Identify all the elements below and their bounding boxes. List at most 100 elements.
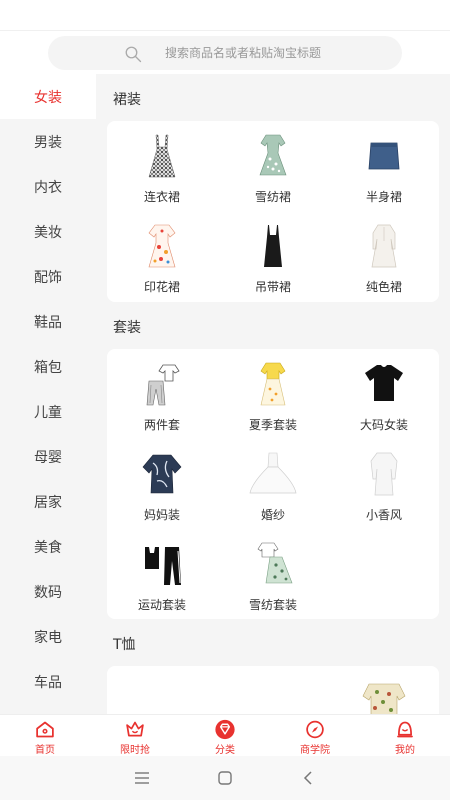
category-item-label: 两件套 [143,418,180,432]
sidebar-item-label: 母婴 [34,449,62,466]
black-tee-icon [365,365,403,401]
category-item-label: 婚纱 [260,508,285,522]
category-card: 两件套 夏季套装 大码女装 妈妈装 婚纱 小香风 运动套装 雪纺套装 [107,349,439,619]
floral-dress-icon [259,134,287,176]
category-item-label: 雪纺套装 [248,598,297,612]
back-icon[interactable] [296,766,320,790]
category-item[interactable]: 大码女装 [329,351,439,441]
category-item[interactable]: 夏季套装 [218,351,328,441]
sidebar-item-kids[interactable]: 儿童 [0,389,96,434]
white-blouse-icon [370,452,398,496]
category-content: 裙装 连衣裙 雪纺裙 半身裙 印花裙 吊带裙 纯色裙 套装 两件套 夏季套装 大… [96,74,450,714]
category-item[interactable]: 连衣裙 [107,123,217,213]
sidebar-item-label: 儿童 [34,404,62,421]
tab-label: 商学院 [300,745,330,756]
menu-icon[interactable] [130,766,154,790]
category-item[interactable]: 婚纱 [218,441,328,531]
sidebar-item-label: 车品 [34,674,62,691]
sidebar-item-baby[interactable]: 母婴 [0,434,96,479]
tab-label: 首页 [35,745,55,756]
tab-category[interactable]: 分类 [180,715,270,756]
category-item-label: 大码女装 [359,418,408,432]
denim-skirt-icon [368,142,400,170]
summer-set-icon [260,362,286,406]
category-item[interactable]: 半身裙 [329,123,439,213]
category-item-label: 半身裙 [365,190,402,204]
sidebar-item-label: 美妆 [34,224,62,241]
category-item[interactable]: 雪纺套装 [218,531,328,621]
sidebar-item-women[interactable]: 女装 [0,74,96,119]
search-input[interactable]: 搜索商品名或者粘贴淘宝标题 [48,36,402,70]
home-icon [36,721,54,738]
section-title: T恤 [113,637,136,653]
search-icon [125,46,142,63]
two-piece-icon [146,364,180,406]
tab-profile[interactable]: 我的 [360,715,450,756]
category-item-label: 纯色裙 [365,280,402,294]
tab-flash-sale[interactable]: 限时抢 [90,715,180,756]
category-sidebar: 女装 男装 内衣 美妆 配饰 鞋品 箱包 儿童 母婴 居家 美食 数码 家电 车… [0,74,96,714]
bottom-tabbar: 首页 限时抢 分类 商学院 我的 [0,714,450,756]
sidebar-item-food[interactable]: 美食 [0,524,96,569]
sidebar-item-label: 数码 [34,584,62,601]
status-bar [0,0,450,30]
search-placeholder: 搜索商品名或者粘贴淘宝标题 [165,46,322,60]
user-icon [397,721,413,738]
sidebar-item-digital[interactable]: 数码 [0,569,96,614]
sidebar-item-label: 家电 [34,629,62,646]
section-title: 套装 [113,320,141,336]
print-dress-icon [148,224,176,268]
sidebar-item-accessories[interactable]: 配饰 [0,254,96,299]
category-item[interactable]: 妈妈装 [107,441,217,531]
white-dress-icon [371,224,397,268]
chiffon-set-icon [257,542,293,584]
category-item[interactable]: 吊带裙 [218,213,328,303]
category-card: 连衣裙 雪纺裙 半身裙 印花裙 吊带裙 纯色裙 [107,121,439,302]
compass-icon [306,720,324,739]
sidebar-item-car[interactable]: 车品 [0,659,96,704]
sidebar-item-label: 男装 [34,134,62,151]
category-item-label: 雪纺裙 [254,190,291,204]
sidebar-item-label: 配饰 [34,269,62,286]
category-item-label: 印花裙 [143,280,180,294]
category-item-label: 妈妈装 [143,508,180,522]
category-item-label: 夏季套装 [248,418,297,432]
category-item[interactable]: 运动套装 [107,531,217,621]
category-item-label: 小香风 [365,508,402,522]
floral-top-icon[interactable] [359,676,409,714]
sidebar-item-men[interactable]: 男装 [0,119,96,164]
sidebar-item-label: 美食 [34,539,62,556]
sidebar-item-home[interactable]: 居家 [0,479,96,524]
sport-set-icon [145,547,181,585]
category-item[interactable]: 两件套 [107,351,217,441]
wedding-dress-icon [249,452,297,494]
category-item-label: 运动套装 [137,598,186,612]
sidebar-item-appliances[interactable]: 家电 [0,614,96,659]
category-item[interactable]: 雪纺裙 [218,123,328,213]
sidebar-item-shoes[interactable]: 鞋品 [0,299,96,344]
plaid-dress-icon [148,134,176,178]
category-item-label: 吊带裙 [254,280,291,294]
search-bar: 搜索商品名或者粘贴淘宝标题 [0,30,450,74]
crown-icon [126,721,144,737]
home-button-icon[interactable] [213,766,237,790]
system-navbar [0,756,450,800]
mom-wear-icon [142,454,182,494]
sidebar-item-underwear[interactable]: 内衣 [0,164,96,209]
sidebar-item-label: 鞋品 [34,314,62,331]
sidebar-item-label: 内衣 [34,179,62,196]
tab-academy[interactable]: 商学院 [270,715,360,756]
section-title: 裙装 [113,92,141,108]
sidebar-item-label: 女装 [34,89,62,106]
tab-home[interactable]: 首页 [0,715,90,756]
sidebar-item-bags[interactable]: 箱包 [0,344,96,389]
category-item[interactable]: 小香风 [329,441,439,531]
tab-label: 我的 [395,745,415,756]
category-item[interactable]: 纯色裙 [329,213,439,303]
sidebar-item-label: 箱包 [34,359,62,376]
category-card [107,666,439,714]
category-item[interactable]: 印花裙 [107,213,217,303]
slip-dress-icon [264,225,282,267]
category-item-label: 连衣裙 [143,190,180,204]
sidebar-item-beauty[interactable]: 美妆 [0,209,96,254]
